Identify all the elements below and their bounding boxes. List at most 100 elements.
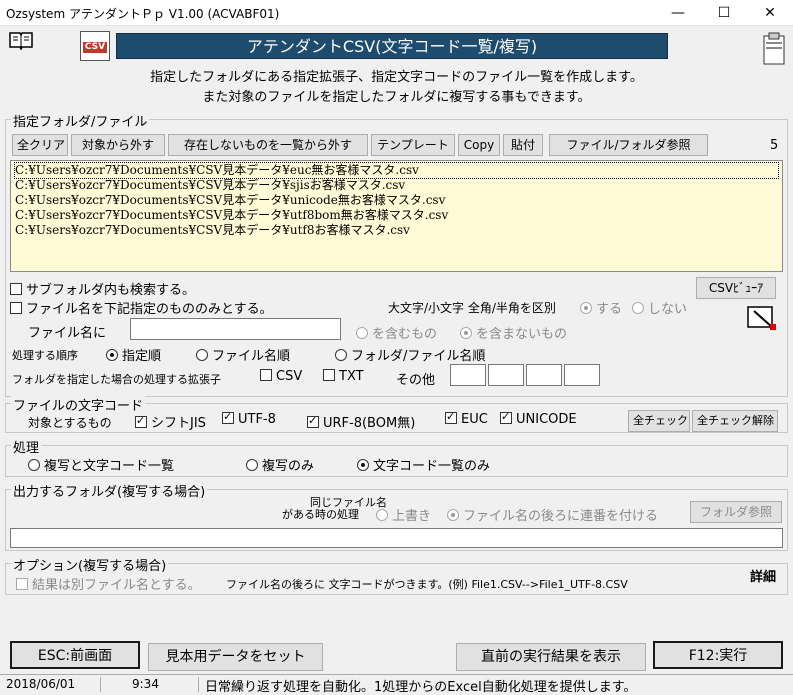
detail-link[interactable]: 詳細 (750, 566, 776, 585)
browse-file-folder-button[interactable]: ファイル/フォルダ参照 (549, 134, 708, 156)
window-title: Ozsystem アテンダントＰｐ V1.00 (ACVABF01) (6, 7, 280, 21)
output-group-legend: 出力するフォルダ(複写する場合) (11, 481, 208, 500)
uncheck-all-button[interactable]: 全チェック解除 (692, 410, 778, 432)
maximize-button[interactable]: ☐ (701, 0, 747, 26)
order-label: 処理する順序 (12, 349, 78, 362)
minimize-button[interactable]: — (655, 0, 701, 26)
option-group-legend: オプション(複写する場合) (11, 555, 169, 574)
radio-circle (106, 349, 118, 361)
status-time: 9:34 (132, 677, 159, 691)
checkbox-box (260, 369, 272, 381)
edit-pen-icon[interactable] (746, 303, 778, 333)
radio-circle (356, 327, 368, 339)
checkbox-box (222, 410, 234, 424)
clipboard-icon[interactable] (760, 30, 788, 66)
subfolder-checkbox[interactable]: サブフォルダ内も検索する。 (10, 279, 195, 298)
radio-circle (246, 459, 258, 471)
separate-file-checkbox[interactable]: 結果は別ファイル名とする。 (16, 574, 201, 593)
radio-circle (376, 509, 388, 521)
filename-filter-label: ファイル名に (28, 326, 107, 341)
extension-label: フォルダを指定した場合の処理する拡張子 (12, 373, 221, 386)
ext-other-label: その他 (396, 373, 436, 388)
checkbox-box (307, 414, 319, 428)
set-sample-data-button[interactable]: 見本用データをセット (148, 643, 323, 671)
ext-other-input-2[interactable] (488, 364, 524, 386)
file-count: 5 (770, 138, 779, 153)
file-list-item[interactable]: C:¥Users¥ozcr7¥Documents¥CSV見本データ¥euc無お客… (14, 162, 779, 179)
folder-browse-button[interactable]: フォルダ参照 (690, 501, 782, 523)
radio-circle (335, 349, 347, 361)
run-button[interactable]: F12:実行 (653, 641, 783, 669)
encoding-sjis-checkbox[interactable]: シフトJIS (135, 412, 206, 431)
file-list-item[interactable]: C:¥Users¥ozcr7¥Documents¥CSV見本データ¥unicod… (15, 193, 778, 208)
csv-viewer-button[interactable]: CSVﾋﾞｭｰｱ (696, 277, 776, 299)
ext-txt-checkbox[interactable]: TXT (323, 369, 364, 384)
ext-other-input-1[interactable] (450, 364, 486, 386)
title-bar: Ozsystem アテンダントＰｐ V1.00 (ACVABF01) — ☐ ✕ (0, 0, 793, 26)
encoding-unicode-checkbox[interactable]: UNICODE (500, 410, 577, 427)
contains-radio[interactable]: を含むもの (356, 323, 437, 342)
encoding-euc-checkbox[interactable]: EUC (445, 410, 488, 427)
ext-csv-checkbox[interactable]: CSV (260, 369, 302, 384)
order-folder-filename-radio[interactable]: フォルダ/ファイル名順 (335, 345, 485, 364)
overwrite-radio[interactable]: 上書き (376, 505, 431, 524)
radio-circle (196, 349, 208, 361)
checkbox-box (16, 578, 28, 590)
status-message: 日常繰り返す処理を自動化。1処理からのExcel自動化処理を提供します。 (205, 680, 637, 695)
back-button[interactable]: ESC:前画面 (10, 641, 140, 669)
copy-button[interactable]: Copy (458, 134, 500, 156)
ext-other-input-3[interactable] (526, 364, 562, 386)
order-filename-radio[interactable]: ファイル名順 (196, 345, 290, 364)
radio-circle (447, 509, 459, 521)
encoding-utf8-checkbox[interactable]: UTF-8 (222, 410, 276, 427)
order-specified-radio[interactable]: 指定順 (106, 345, 161, 364)
process-copy-and-list-radio[interactable]: 複写と文字コード一覧 (28, 455, 174, 474)
process-copy-only-radio[interactable]: 複写のみ (246, 455, 314, 474)
checkbox-box (445, 410, 457, 424)
description-line-2: また対象のファイルを指定したフォルダに複写する事もできます。 (202, 90, 591, 105)
filename-only-checkbox[interactable]: ファイル名を下記指定のもののみとする。 (10, 298, 273, 317)
csv-file-icon: CSV (80, 31, 110, 61)
radio-circle (28, 459, 40, 471)
check-all-button[interactable]: 全チェック (628, 410, 690, 432)
encoding-utf8-nobom-checkbox[interactable]: URF-8(BOM無) (307, 412, 415, 431)
manual-book-icon[interactable] (8, 30, 34, 51)
page-title: アテンダントCSV(文字コード一覧/複写) (116, 33, 668, 59)
file-list-item[interactable]: C:¥Users¥ozcr7¥Documents¥CSV見本データ¥sjisお客… (15, 178, 778, 193)
option-note: ファイル名の後ろに 文字コードがつきます。(例) File1.CSV-->Fil… (226, 578, 628, 591)
checkbox-box (135, 414, 147, 428)
clear-all-button[interactable]: 全クリア (12, 134, 68, 156)
case-sensitive-label: 大文字/小文字 全角/半角を区別 (388, 301, 556, 315)
template-button[interactable]: テンプレート (371, 134, 455, 156)
radio-circle (580, 302, 592, 314)
status-date: 2018/06/01 (6, 677, 76, 691)
process-group-legend: 処理 (11, 437, 42, 456)
checkbox-box (10, 283, 22, 295)
show-last-result-button[interactable]: 直前の実行結果を表示 (456, 643, 646, 671)
file-list-item[interactable]: C:¥Users¥ozcr7¥Documents¥CSV見本データ¥utf8bo… (15, 208, 778, 223)
file-list-item[interactable]: C:¥Users¥ozcr7¥Documents¥CSV見本データ¥utf8お客… (15, 223, 778, 238)
csv-logo-text: CSV (83, 42, 107, 53)
remove-selected-button[interactable]: 対象から外す (71, 134, 165, 156)
encoding-group-legend: ファイルの文字コード (11, 395, 146, 414)
description-line-1: 指定したフォルダにある指定拡張子、指定文字コードのファイル一覧を作成します。 (150, 70, 643, 85)
process-list-only-radio[interactable]: 文字コード一覧のみ (357, 455, 490, 474)
radio-circle (357, 459, 369, 471)
remove-missing-button[interactable]: 存在しないものを一覧から外す (168, 134, 368, 156)
checkbox-box (500, 410, 512, 424)
paste-button[interactable]: 貼付 (503, 134, 543, 156)
not-contains-radio[interactable]: を含まないもの (460, 323, 567, 342)
folder-group-legend: 指定フォルダ/ファイル (11, 111, 150, 130)
ext-other-input-4[interactable] (564, 364, 600, 386)
case-yes-radio[interactable]: する (580, 298, 622, 317)
checkbox-box (10, 302, 22, 314)
status-separator (100, 677, 101, 692)
close-button[interactable]: ✕ (747, 0, 793, 26)
file-list[interactable]: C:¥Users¥ozcr7¥Documents¥CSV見本データ¥euc無お客… (10, 160, 783, 272)
filename-filter-input[interactable] (130, 318, 341, 340)
output-folder-input[interactable] (10, 528, 783, 548)
checkbox-box (323, 369, 335, 381)
status-bar: 2018/06/01 9:34 日常繰り返す処理を自動化。1処理からのExcel… (0, 674, 793, 695)
sequence-radio[interactable]: ファイル名の後ろに連番を付ける (447, 505, 658, 524)
case-no-radio[interactable]: しない (632, 298, 687, 317)
